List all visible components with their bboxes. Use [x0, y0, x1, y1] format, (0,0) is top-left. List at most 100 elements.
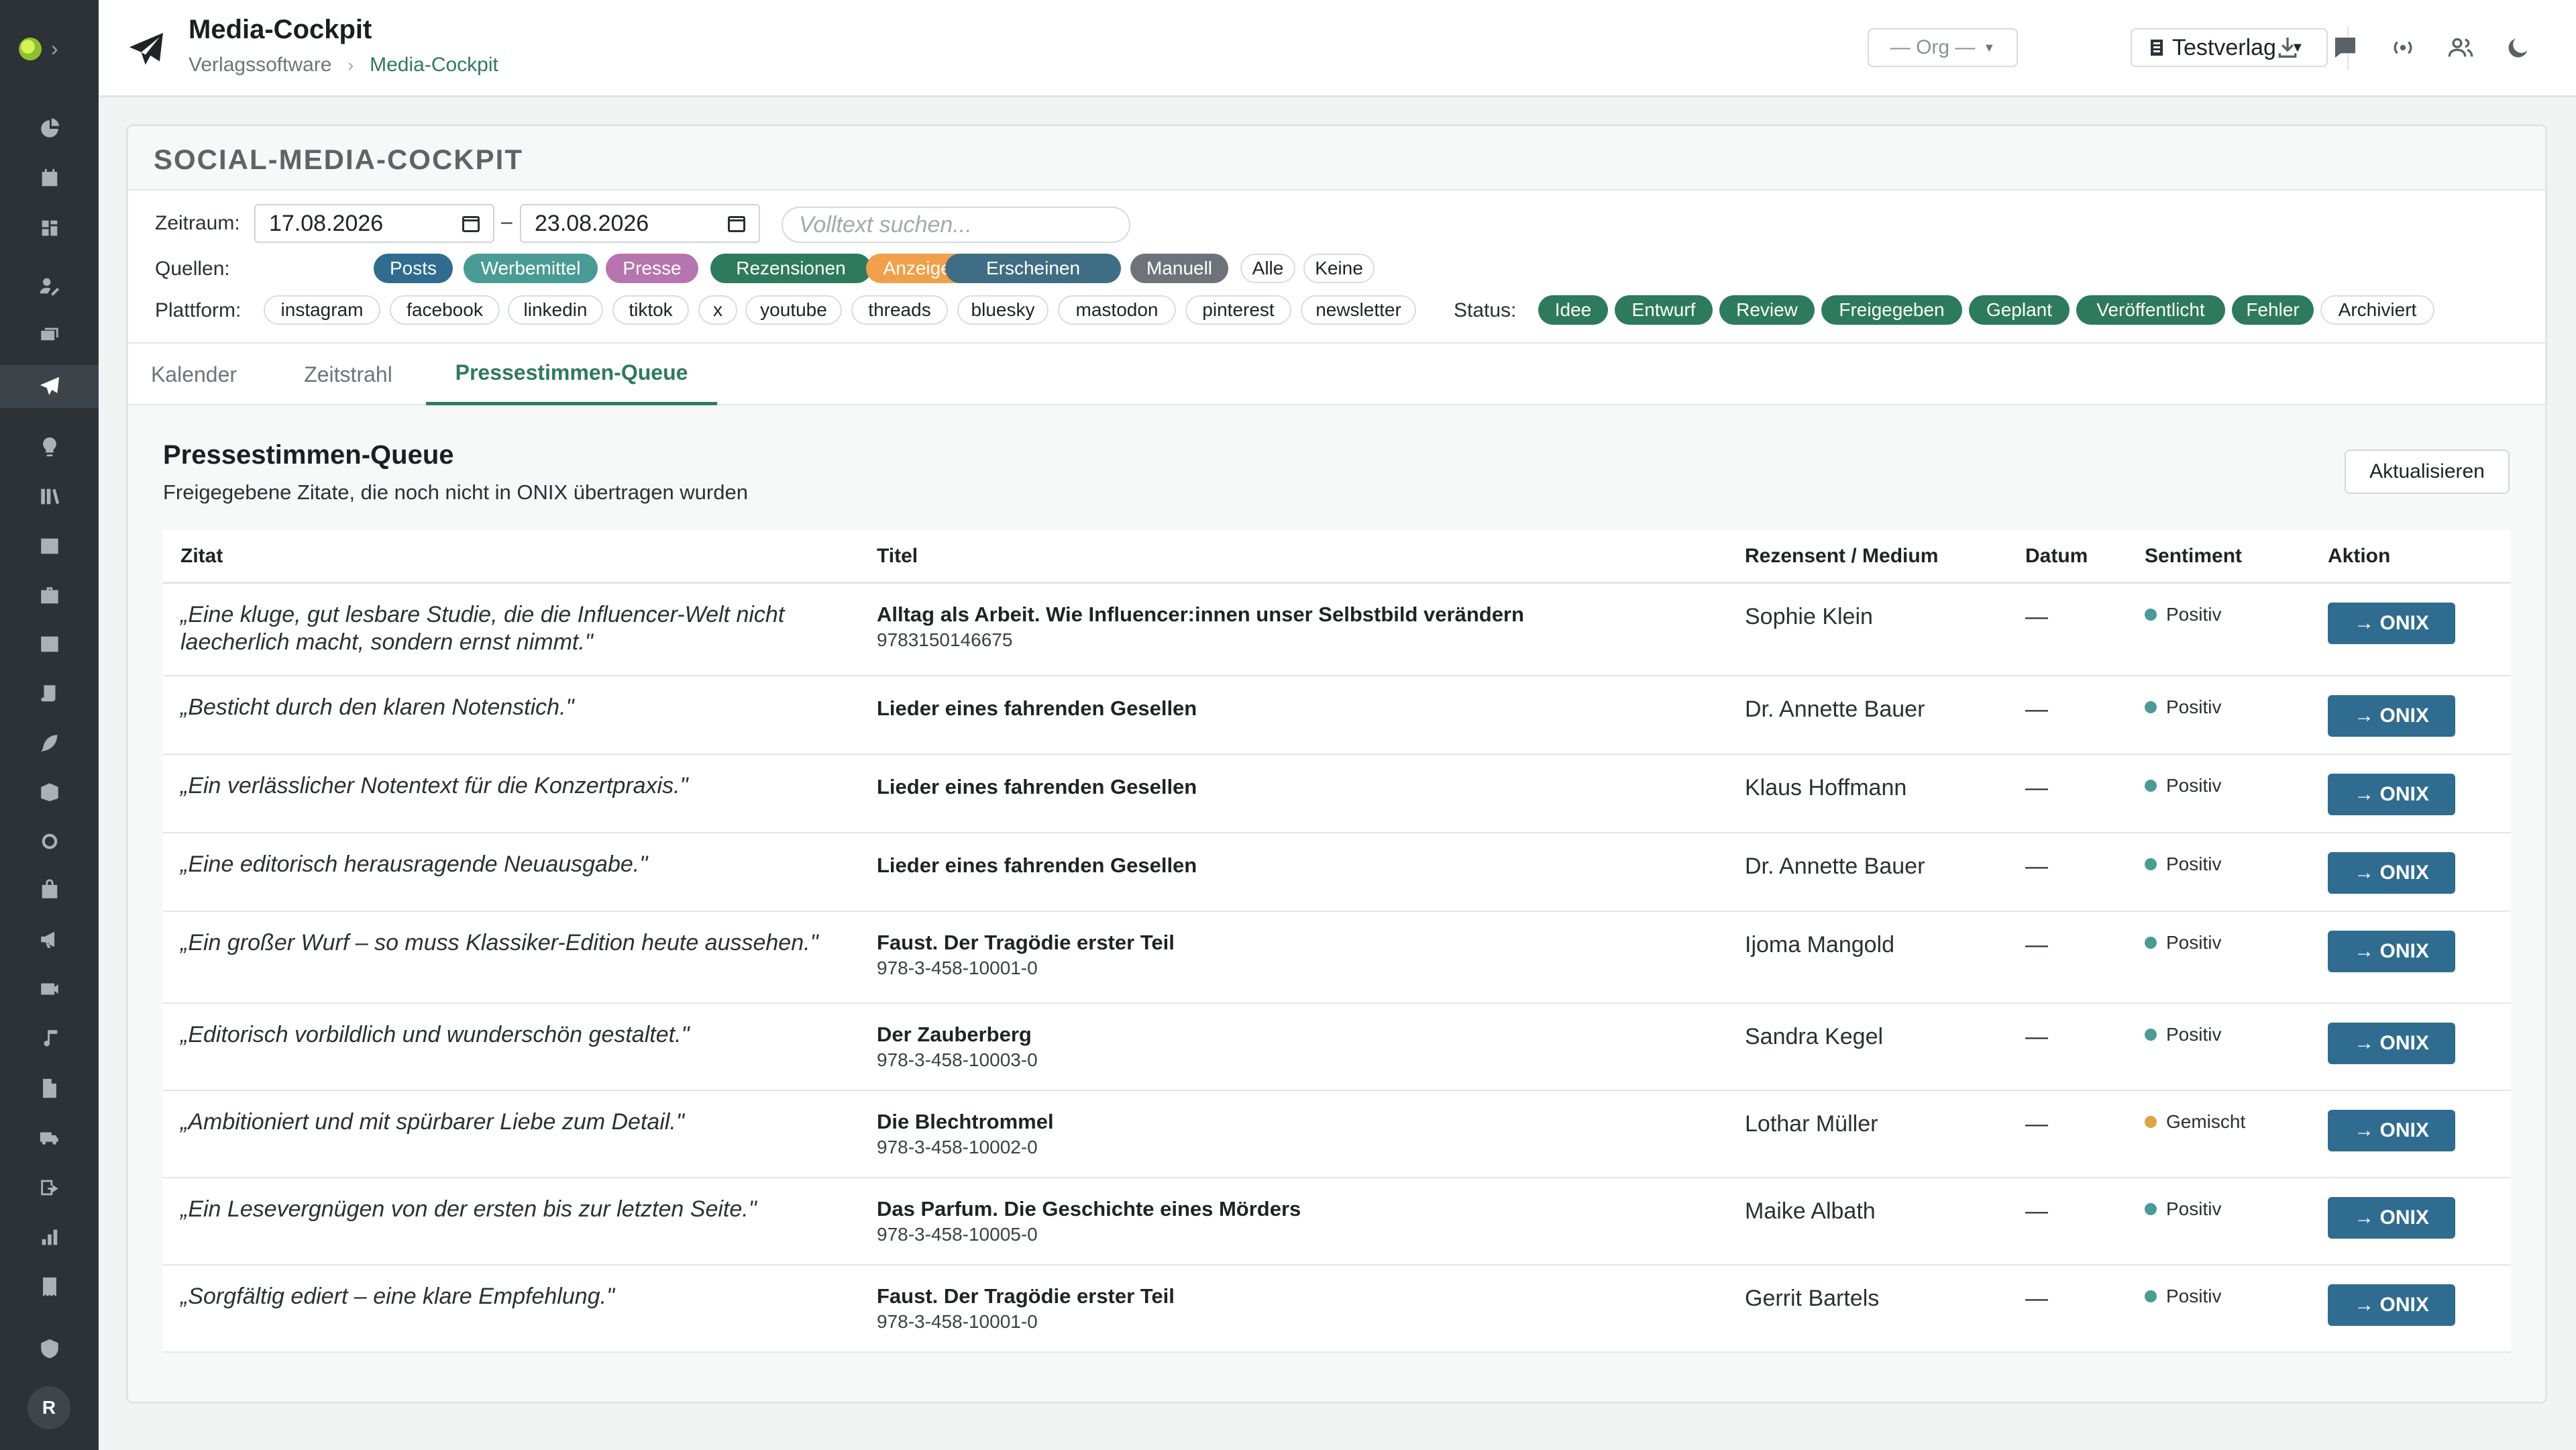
sidebar-item-export[interactable] — [0, 1166, 99, 1209]
status-chip-entwurf[interactable]: Entwurf — [1615, 295, 1713, 325]
platform-chip-instagram[interactable]: instagram — [264, 295, 380, 325]
sidebar-item-circle[interactable] — [0, 820, 99, 863]
send-to-onix-button[interactable]: → ONIX — [2328, 1197, 2455, 1239]
sidebar-item-bar-chart[interactable] — [0, 1216, 99, 1259]
sidebar-item-library[interactable] — [0, 475, 99, 518]
sidebar-item-media[interactable] — [0, 623, 99, 666]
source-chip-erscheinen[interactable]: Erscheinen — [945, 254, 1121, 283]
download-icon[interactable] — [2272, 32, 2303, 63]
title-cell: Lieder eines fahrenden Gesellen — [877, 775, 1197, 798]
scroll-icon — [40, 685, 55, 702]
tab-zeitstrahl[interactable]: Zeitstrahl — [288, 344, 409, 405]
sidebar-item-document[interactable] — [0, 1067, 99, 1110]
sidebar-item-megaphone[interactable] — [0, 918, 99, 961]
platform-chip-facebook[interactable]: facebook — [390, 295, 500, 325]
platform-chip-tiktok[interactable]: tiktok — [612, 295, 689, 325]
feather-icon — [40, 735, 57, 752]
platform-chip-newsletter[interactable]: newsletter — [1301, 295, 1416, 325]
sidebar-item-layers[interactable] — [0, 314, 99, 357]
sidebar-item-shield[interactable] — [0, 1327, 99, 1370]
date-from-input[interactable]: 17.08.2026 — [254, 204, 494, 243]
sidebar-item-image[interactable] — [0, 525, 99, 568]
sentiment-dot — [2145, 701, 2157, 713]
table-row: „Ambitioniert und mit spürbarer Liebe zu… — [163, 1091, 2511, 1178]
table-row: „Sorgfältig ediert – eine klare Empfehlu… — [163, 1265, 2511, 1353]
sidebar-item-movie[interactable] — [0, 968, 99, 1011]
queue-title: Pressestimmen-Queue — [163, 440, 454, 470]
org-select[interactable]: — Org — ▼ — [1868, 28, 2018, 67]
isbn-text: 978-3-458-10003-0 — [877, 1049, 1038, 1070]
source-chip-manuell[interactable]: Manuell — [1130, 254, 1228, 283]
sidebar-item-feather[interactable] — [0, 722, 99, 765]
column-header-zitat[interactable]: Zitat — [180, 545, 223, 568]
sentiment-cell: Positiv — [2145, 775, 2221, 796]
users-icon[interactable] — [2445, 32, 2476, 63]
moon-icon[interactable] — [2503, 32, 2534, 63]
sidebar-item-scroll[interactable] — [0, 672, 99, 715]
source-chip-presse[interactable]: Presse — [606, 254, 698, 283]
column-header-datum[interactable]: Datum — [2025, 545, 2088, 568]
sidebar-item-box[interactable] — [0, 770, 99, 813]
reviewer-cell: Maike Albath — [1745, 1198, 1876, 1224]
send-to-onix-button[interactable]: → ONIX — [2328, 1110, 2455, 1151]
status-chip-fehler[interactable]: Fehler — [2232, 295, 2314, 325]
sidebar-item-person-edit[interactable] — [0, 264, 99, 307]
tab-kalender[interactable]: Kalender — [147, 344, 241, 405]
platform-chip-x[interactable]: x — [698, 295, 737, 325]
send-to-onix-button[interactable]: → ONIX — [2328, 1284, 2455, 1326]
send-to-onix-button[interactable]: → ONIX — [2328, 931, 2455, 972]
sidebar-item-receipt[interactable] — [0, 1265, 99, 1308]
sidebar-item-board[interactable] — [0, 207, 99, 250]
platform-chip-threads[interactable]: threads — [851, 295, 948, 325]
status-chip-review[interactable]: Review — [1719, 295, 1815, 325]
source-select-all[interactable]: Alle — [1240, 254, 1295, 283]
sidebar-item-calendar[interactable] — [0, 157, 99, 200]
sidebar-item-briefcase[interactable] — [0, 574, 99, 617]
platform-chip-linkedin[interactable]: linkedin — [508, 295, 603, 325]
sentiment-label: Positiv — [2166, 932, 2222, 953]
fulltext-search-input[interactable]: Volltext suchen... — [782, 207, 1130, 243]
platform-chip-youtube[interactable]: youtube — [745, 295, 842, 325]
source-chip-posts[interactable]: Posts — [374, 254, 453, 283]
date-to-input[interactable]: 23.08.2026 — [520, 204, 760, 243]
source-chip-werbemittel[interactable]: Werbemittel — [464, 254, 598, 283]
sidebar-item-dashboard[interactable] — [0, 107, 99, 150]
platform-chip-pinterest[interactable]: pinterest — [1185, 295, 1291, 325]
platform-chip-mastodon[interactable]: mastodon — [1058, 295, 1176, 325]
status-chip-archiviert[interactable]: Archiviert — [2320, 295, 2434, 325]
status-chip-geplant[interactable]: Geplant — [1969, 295, 2070, 325]
sidebar-item-paper-plane[interactable] — [0, 365, 99, 408]
sidebar-item-music[interactable] — [0, 1017, 99, 1060]
refresh-button[interactable]: Aktualisieren — [2345, 450, 2510, 494]
send-to-onix-button[interactable]: → ONIX — [2328, 852, 2455, 894]
caret-down-icon: ▼ — [1983, 40, 1996, 54]
sidebar-item-bag[interactable] — [0, 868, 99, 911]
send-to-onix-button[interactable]: → ONIX — [2328, 695, 2455, 737]
send-to-onix-button[interactable]: → ONIX — [2328, 774, 2455, 815]
calendar-icon[interactable] — [462, 216, 480, 232]
column-header-titel[interactable]: Titel — [877, 545, 918, 568]
chat-icon[interactable] — [2330, 32, 2361, 63]
tab-pressestimmen-queue[interactable]: Pressestimmen-Queue — [426, 344, 717, 405]
column-header-rezensent[interactable]: Rezensent / Medium — [1745, 545, 1938, 568]
breadcrumb-item-current[interactable]: Media-Cockpit — [370, 54, 498, 76]
sidebar-item-truck[interactable] — [0, 1117, 99, 1159]
source-chip-rezensionen[interactable]: Rezensionen — [710, 254, 871, 283]
app-switcher[interactable]: › — [0, 27, 99, 70]
source-select-none[interactable]: Keine — [1303, 254, 1375, 283]
status-chip-freigegeben[interactable]: Freigegeben — [1821, 295, 1962, 325]
sentiment-label: Positiv — [2166, 604, 2222, 625]
column-header-sentiment[interactable]: Sentiment — [2145, 545, 2242, 568]
broadcast-icon[interactable] — [2387, 32, 2418, 63]
sentiment-label: Positiv — [2166, 853, 2222, 874]
status-chip-idee[interactable]: Idee — [1538, 295, 1608, 325]
calendar-icon[interactable] — [728, 216, 745, 232]
user-avatar[interactable]: R — [28, 1386, 70, 1429]
send-to-onix-button[interactable]: → ONIX — [2328, 1023, 2455, 1064]
sidebar-item-lightbulb[interactable] — [0, 425, 99, 468]
breadcrumb-item[interactable]: Verlagssoftware — [189, 54, 331, 76]
status-chip-veröffentlicht[interactable]: Veröffentlicht — [2076, 295, 2225, 325]
platform-chip-bluesky[interactable]: bluesky — [957, 295, 1049, 325]
send-to-onix-button[interactable]: → ONIX — [2328, 603, 2455, 644]
person-edit-icon — [40, 278, 59, 296]
